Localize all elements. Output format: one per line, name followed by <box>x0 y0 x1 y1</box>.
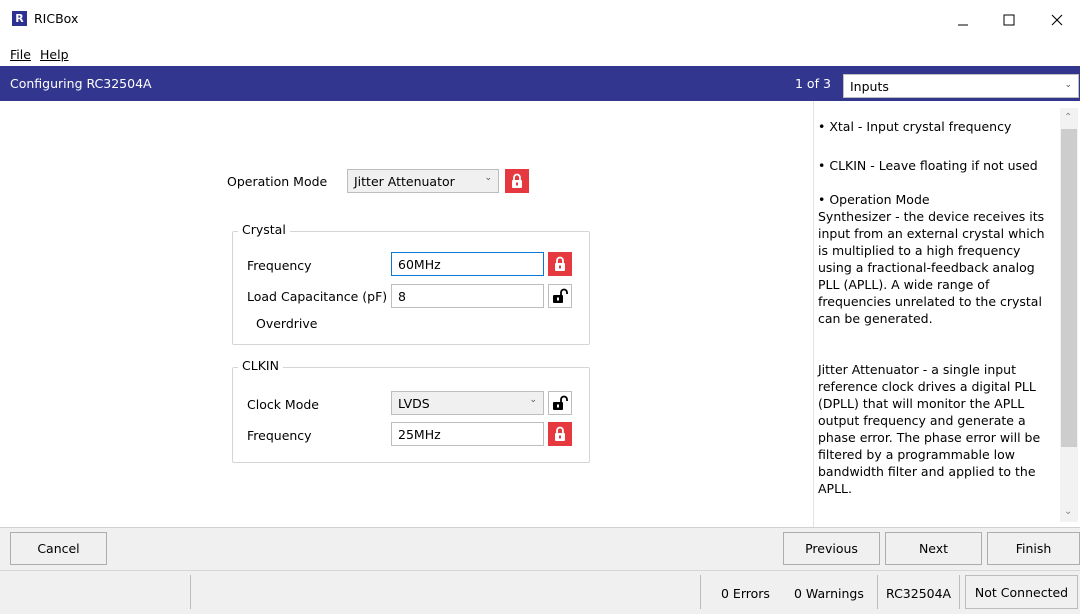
status-divider <box>700 575 701 609</box>
locked-icon <box>555 426 565 441</box>
operation-mode-lock-button[interactable] <box>505 169 529 193</box>
device-name: RC32504A <box>886 586 952 601</box>
crystal-group-title: Crystal <box>238 222 290 237</box>
maximize-button[interactable] <box>986 0 1032 40</box>
title-bar: R RICBox <box>0 0 1080 44</box>
locked-icon <box>512 173 522 188</box>
page-counter: 1 of 3 <box>795 76 831 91</box>
help-xtal: • Xtal - Input crystal frequency <box>818 119 1012 134</box>
chevron-down-icon: ⌄ <box>1064 80 1072 90</box>
chevron-down-icon: ⌄ <box>484 173 492 183</box>
unlocked-icon <box>553 395 568 410</box>
minimize-button[interactable] <box>940 0 986 40</box>
load-capacitance-label: Load Capacitance (pF) <box>247 289 388 304</box>
crystal-frequency-field[interactable]: 60MHz <box>391 252 544 276</box>
operation-mode-label: Operation Mode <box>227 174 328 189</box>
help-clkin: • CLKIN - Leave floating if not used <box>818 158 1038 173</box>
crystal-frequency-label: Frequency <box>247 258 312 273</box>
status-divider <box>190 575 191 609</box>
clock-mode-lock-button[interactable] <box>548 391 572 415</box>
close-button[interactable] <box>1034 0 1080 40</box>
maximize-icon <box>1003 14 1015 26</box>
crystal-frequency-lock-button[interactable] <box>548 252 572 276</box>
operation-mode-value: Jitter Attenuator <box>354 174 455 189</box>
menu-bar: File Help <box>0 44 1080 66</box>
page-select-value: Inputs <box>850 79 889 94</box>
page-select[interactable]: Inputs ⌄ <box>843 74 1079 98</box>
cancel-button[interactable]: Cancel <box>10 532 107 565</box>
warnings-count: 0 Warnings <box>794 586 864 601</box>
status-divider <box>877 575 878 609</box>
finish-button[interactable]: Finish <box>987 532 1080 565</box>
unlocked-icon <box>553 288 568 303</box>
load-capacitance-lock-button[interactable] <box>548 284 572 308</box>
locked-icon <box>555 256 565 271</box>
next-button[interactable]: Next <box>885 532 982 565</box>
overdrive-label: Overdrive <box>256 316 318 331</box>
help-scrollbar-thumb[interactable] <box>1061 129 1077 447</box>
clkin-group-title: CLKIN <box>238 358 283 373</box>
window-title: RICBox <box>34 11 79 26</box>
clkin-frequency-field[interactable]: 25MHz <box>391 422 544 446</box>
minimize-icon <box>958 24 968 26</box>
clock-mode-label: Clock Mode <box>247 397 319 412</box>
previous-button[interactable]: Previous <box>783 532 880 565</box>
app-logo-icon: R <box>12 11 27 26</box>
menu-help[interactable]: Help <box>40 47 69 62</box>
status-divider <box>959 575 960 609</box>
operation-mode-select[interactable]: Jitter Attenuator ⌄ <box>347 169 499 193</box>
clkin-frequency-lock-button[interactable] <box>548 422 572 446</box>
clock-mode-value: LVDS <box>398 396 430 411</box>
page-title: Configuring RC32504A <box>10 76 152 91</box>
scroll-down-icon[interactable]: ⌄ <box>1064 506 1072 517</box>
connection-status-button[interactable]: Not Connected <box>965 575 1078 609</box>
scroll-up-icon[interactable]: ⌃ <box>1064 112 1072 123</box>
help-jitter-attenuator: Jitter Attenuator - a single input refer… <box>818 362 1041 496</box>
menu-file-label: File <box>10 47 31 62</box>
chevron-down-icon: ⌄ <box>529 395 537 405</box>
load-capacitance-field[interactable]: 8 <box>391 284 544 308</box>
close-icon <box>1051 14 1063 26</box>
clock-mode-select[interactable]: LVDS ⌄ <box>391 391 544 415</box>
clkin-group <box>232 367 590 463</box>
menu-file[interactable]: File <box>10 47 31 62</box>
menu-help-label: Help <box>40 47 69 62</box>
clkin-frequency-label: Frequency <box>247 428 312 443</box>
help-operation-mode: • Operation Mode Synthesizer - the devic… <box>818 192 1045 326</box>
errors-count: 0 Errors <box>721 586 770 601</box>
